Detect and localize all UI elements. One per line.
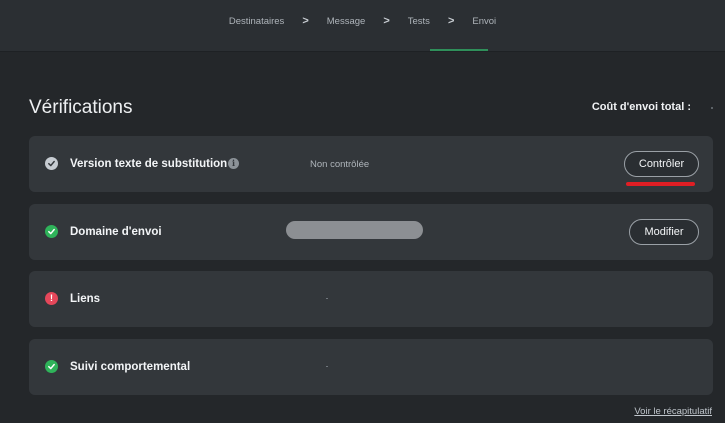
page-title: Vérifications bbox=[29, 97, 133, 118]
check-title: Domaine d'envoi bbox=[70, 226, 162, 238]
empty-value-placeholder bbox=[326, 366, 328, 367]
active-step-indicator bbox=[430, 49, 488, 51]
check-title: Liens bbox=[70, 293, 101, 305]
chevron-right-icon: > bbox=[447, 15, 455, 27]
check-card-text-version: Version texte de substitution i Non cont… bbox=[29, 136, 713, 192]
total-cost-value bbox=[711, 107, 713, 109]
info-icon[interactable]: i bbox=[228, 158, 239, 169]
chevron-right-icon: > bbox=[383, 15, 390, 27]
check-card-tracking: Suivi comportemental bbox=[29, 339, 713, 395]
check-title: Version texte de substitution bbox=[70, 158, 228, 170]
redacted-domain-value bbox=[286, 221, 423, 239]
check-button[interactable]: Contrôler bbox=[624, 151, 699, 177]
step-message[interactable]: Message bbox=[321, 16, 372, 27]
total-cost-label: Coût d'envoi total : bbox=[591, 101, 691, 113]
error-icon: ! bbox=[45, 292, 58, 305]
summary-link[interactable]: Voir le récapitulatif bbox=[634, 406, 712, 417]
check-success-icon bbox=[45, 360, 58, 373]
red-underline-annotation bbox=[626, 182, 695, 186]
chevron-right-icon: > bbox=[302, 15, 309, 27]
top-navigation-bar: Destinataires > Message > Tests > Envoi bbox=[0, 0, 725, 52]
step-destinataires[interactable]: Destinataires bbox=[223, 16, 290, 27]
check-success-icon bbox=[45, 225, 58, 238]
modify-button[interactable]: Modifier bbox=[629, 219, 699, 245]
check-card-sending-domain: Domaine d'envoi Modifier bbox=[29, 204, 713, 260]
empty-value-placeholder bbox=[326, 298, 328, 299]
step-envoi[interactable]: Envoi bbox=[466, 16, 502, 27]
check-neutral-icon bbox=[45, 157, 58, 170]
check-title: Suivi comportemental bbox=[70, 361, 191, 373]
check-card-links: ! Liens bbox=[29, 271, 713, 327]
check-status-text: Non contrôlée bbox=[310, 159, 370, 170]
step-breadcrumb: Destinataires > Message > Tests > Envoi bbox=[0, 0, 725, 42]
exclamation-mark: ! bbox=[50, 293, 53, 303]
step-tests[interactable]: Tests bbox=[402, 16, 436, 27]
